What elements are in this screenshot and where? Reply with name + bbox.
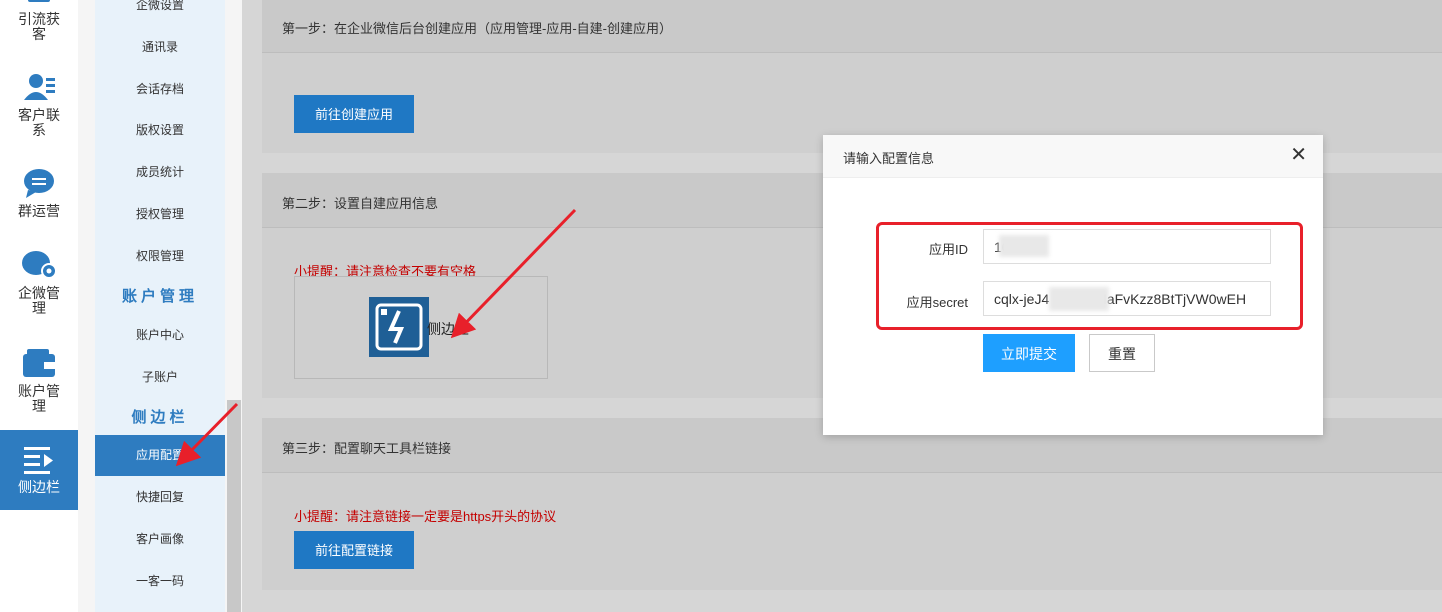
rail-item-sidebar[interactable]: 侧边栏 [0, 430, 78, 510]
sidebar-menu-icon [24, 447, 53, 474]
step3-panel: 第三步：配置聊天工具栏链接 小提醒：请注意链接一定要是https开头的协议 前往… [262, 418, 1442, 590]
rail-label: 企微管理 [18, 285, 60, 316]
step3-tip: 小提醒：请注意链接一定要是https开头的协议 [294, 509, 557, 524]
step1-title: 第一步：在企业微信后台创建应用（应用管理-应用-自建-创建应用） [282, 21, 672, 36]
config-dialog: 请输入配置信息 ✕ 应用ID 应用secret 立即提交 重置 [823, 135, 1323, 435]
rail-label: 客户联系 [18, 107, 60, 138]
app-secret-label: 应用secret [906, 295, 968, 310]
submenu-item-one-customer-one-code[interactable]: 一客一码 [95, 572, 225, 590]
submenu-item-permissions[interactable]: 权限管理 [95, 247, 225, 265]
submenu-section-account: 账户管理 [121, 288, 198, 305]
app-logo [369, 297, 429, 357]
rail-item-wecom[interactable]: 企微管理 [0, 250, 78, 316]
icon-rail: 引流获客 客户联系 群运营 企微管理 账户管理 侧边栏 [0, 0, 78, 612]
rail-label: 侧边栏 [18, 479, 60, 495]
redaction-blur [999, 235, 1049, 257]
submenu-scrollbar[interactable] [227, 400, 241, 612]
rail-label: 群运营 [18, 203, 60, 219]
submenu-item-authorization[interactable]: 授权管理 [95, 205, 225, 223]
rail-item-group-ops[interactable]: 群运营 [0, 168, 78, 219]
image-label: 侧边栏 [427, 321, 469, 337]
submenu-item-account-center[interactable]: 账户中心 [95, 326, 225, 344]
submenu: 企微设置 通讯录 会话存档 版权设置 成员统计 授权管理 权限管理 账户管理 账… [95, 0, 225, 612]
dialog-title: 请输入配置信息 [843, 151, 935, 166]
rail-item-lead-gen[interactable]: 引流获客 [0, 0, 78, 42]
step2-title: 第二步：设置自建应用信息 [282, 196, 439, 211]
redaction-blur [1049, 287, 1109, 311]
submenu-item-copyright[interactable]: 版权设置 [95, 121, 225, 139]
close-icon[interactable]: ✕ [1290, 145, 1307, 165]
funnel-icon [28, 0, 50, 2]
rail-label: 引流获客 [18, 11, 60, 42]
reset-button[interactable]: 重置 [1089, 334, 1155, 372]
rail-item-account[interactable]: 账户管理 [0, 348, 78, 414]
rail-label: 账户管理 [18, 383, 60, 414]
submenu-item-address-book[interactable]: 通讯录 [95, 38, 225, 56]
submenu-item-customer-profile[interactable]: 客户画像 [95, 530, 225, 548]
submenu-item-chat-archive[interactable]: 会话存档 [95, 80, 225, 98]
dialog-header: 请输入配置信息 ✕ [823, 135, 1323, 178]
app-id-label: 应用ID [928, 242, 968, 257]
wecom-settings-icon [22, 251, 57, 279]
sidebar-preview-image: 侧边栏 [294, 276, 548, 379]
chat-group-icon [24, 169, 54, 198]
config-link-button[interactable]: 前往配置链接 [294, 531, 414, 569]
step3-title: 第三步：配置聊天工具栏链接 [282, 441, 452, 456]
submenu-item-member-stats[interactable]: 成员统计 [95, 163, 225, 181]
rail-item-contacts[interactable]: 客户联系 [0, 72, 78, 138]
create-app-button[interactable]: 前往创建应用 [294, 95, 414, 133]
step1-header: 第一步：在企业微信后台创建应用（应用管理-应用-自建-创建应用） [262, 0, 1442, 53]
submenu-item-wecom-settings[interactable]: 企微设置 [95, 0, 225, 14]
submenu-item-quick-reply[interactable]: 快捷回复 [95, 488, 225, 506]
wallet-icon [23, 349, 55, 377]
submenu-section-sidebar: 侧边栏 [131, 409, 189, 426]
submenu-item-app-config[interactable]: 应用配置 [95, 435, 225, 476]
contacts-icon [24, 74, 55, 100]
submenu-item-sub-account[interactable]: 子账户 [95, 368, 225, 386]
step1-panel: 第一步：在企业微信后台创建应用（应用管理-应用-自建-创建应用） 前往创建应用 [262, 0, 1442, 153]
submit-button[interactable]: 立即提交 [983, 334, 1075, 372]
app-secret-input[interactable] [983, 281, 1271, 316]
